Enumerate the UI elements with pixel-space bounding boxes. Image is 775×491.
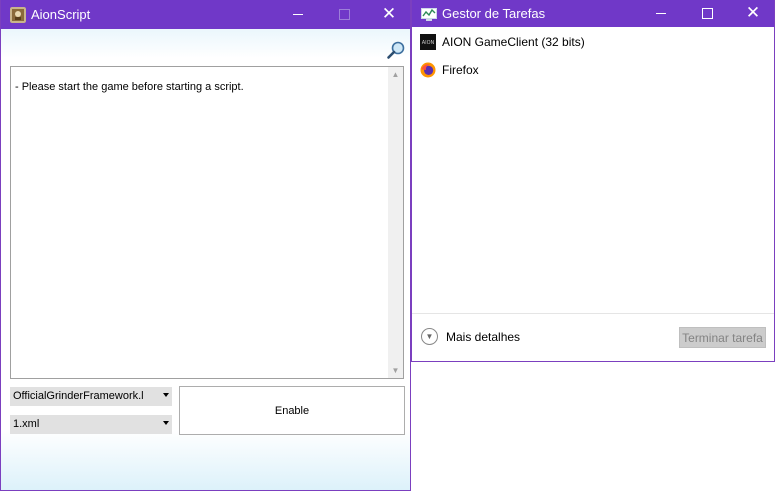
log-message: - Please start the game before starting … [15, 81, 244, 93]
profile-select[interactable]: 1.xml [10, 415, 172, 434]
log-scrollbar[interactable]: ▲ ▼ [388, 67, 403, 378]
chevron-down-icon [163, 421, 169, 425]
process-row-firefox[interactable]: Firefox [420, 61, 479, 79]
maximize-button [321, 0, 367, 29]
more-details-button[interactable]: ▼ Mais detalhes [421, 328, 520, 345]
task-manager-footer: ▼ Mais detalhes Terminar tarefa [412, 313, 774, 361]
enable-button[interactable]: Enable [179, 386, 405, 435]
aion-client-icon: AION [420, 34, 436, 50]
process-name: AION GameClient (32 bits) [442, 35, 585, 49]
task-manager-titlebar[interactable]: Gestor de Tarefas ✕ [412, 0, 774, 27]
task-manager-icon [421, 8, 437, 21]
end-task-button: Terminar tarefa [679, 327, 766, 348]
aionscript-window: AionScript ✕ - Please start the game bef… [0, 0, 411, 491]
process-row-aion[interactable]: AION AION GameClient (32 bits) [420, 33, 585, 51]
more-details-label: Mais detalhes [446, 329, 521, 344]
chevron-down-icon: ▼ [421, 328, 438, 345]
aionscript-titlebar[interactable]: AionScript ✕ [1, 0, 410, 29]
minimize-icon [293, 14, 303, 15]
maximize-icon [338, 9, 350, 20]
process-name: Firefox [442, 63, 479, 77]
close-icon: ✕ [745, 3, 761, 23]
close-button[interactable]: ✕ [366, 0, 412, 29]
scroll-up-icon[interactable]: ▲ [388, 67, 403, 82]
task-manager-title: Gestor de Tarefas [442, 6, 546, 21]
maximize-icon [701, 8, 713, 19]
profile-select-value: 1.xml [13, 418, 40, 430]
minimize-icon [656, 13, 666, 14]
task-manager-window: Gestor de Tarefas ✕ AION AION GameClient… [411, 0, 775, 362]
minimize-button[interactable] [275, 0, 321, 29]
log-textbox[interactable]: - Please start the game before starting … [10, 66, 404, 379]
chevron-down-icon [163, 393, 169, 397]
maximize-button[interactable] [684, 0, 730, 27]
close-button[interactable]: ✕ [730, 0, 775, 27]
close-icon: ✕ [381, 4, 397, 24]
aionscript-title: AionScript [31, 7, 91, 22]
script-select[interactable]: OfficialGrinderFramework.l [10, 387, 172, 406]
svg-text:AION: AION [422, 40, 435, 46]
scroll-down-icon[interactable]: ▼ [388, 363, 403, 378]
script-select-value: OfficialGrinderFramework.l [13, 390, 144, 402]
firefox-icon [420, 62, 436, 78]
aion-app-icon [10, 7, 26, 23]
magnifier-icon[interactable] [386, 40, 406, 60]
minimize-button[interactable] [638, 0, 684, 27]
